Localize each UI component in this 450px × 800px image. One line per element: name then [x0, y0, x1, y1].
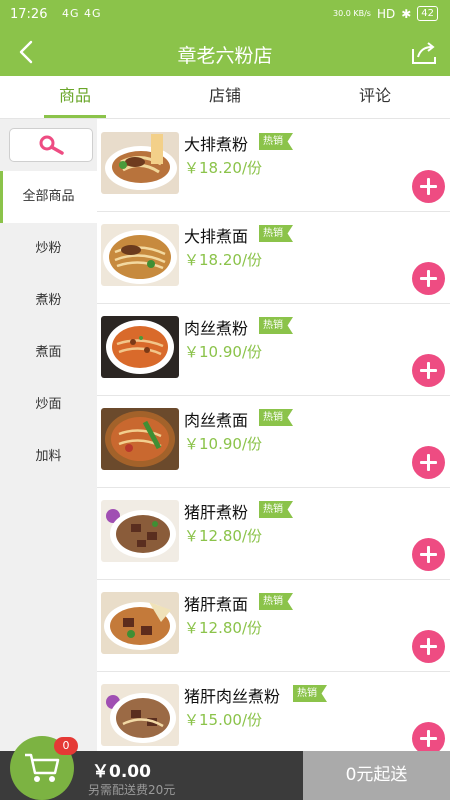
product-price: ￥18.20/份: [184, 251, 262, 269]
category-boiled-rice-noodles[interactable]: 煮粉: [0, 275, 97, 327]
share-icon[interactable]: [410, 40, 438, 66]
delivery-fee-note: 另需配送费20元: [88, 783, 176, 797]
add-to-cart-button[interactable]: [412, 262, 445, 295]
product-name: 猪肝肉丝煮粉: [184, 687, 281, 706]
tab-store[interactable]: 店铺: [150, 76, 300, 118]
tab-products[interactable]: 商品: [0, 76, 150, 118]
status-time: 17:26: [10, 7, 48, 22]
category-fried-noodles[interactable]: 炒面: [0, 379, 97, 431]
net-speed: 30.0 KB/s: [332, 9, 371, 18]
category-extras[interactable]: 加料: [0, 431, 97, 483]
product-name: 大排煮面: [184, 227, 249, 246]
category-fried-rice-noodles[interactable]: 炒粉: [0, 223, 97, 275]
category-sidebar: 全部商品 炒粉 煮粉 煮面 炒面 加料: [0, 119, 97, 751]
status-bar: 17:26 4G 4G 30.0 KB/s HD ✱ 42: [0, 0, 450, 30]
product-price: ￥18.20/份: [184, 159, 262, 177]
tab-reviews[interactable]: 评论: [300, 76, 450, 118]
hot-sale-badge: 热销: [293, 685, 327, 702]
page-title: 章老六粉店: [177, 45, 273, 67]
add-to-cart-button[interactable]: [412, 170, 445, 203]
search-button[interactable]: [9, 128, 93, 162]
hot-sale-badge: 热销: [259, 409, 293, 426]
product-price: ￥12.80/份: [184, 619, 262, 637]
checkout-button[interactable]: 0元起送: [303, 751, 450, 800]
cart-total: ￥0.00: [92, 762, 151, 782]
hd-indicator: HD: [376, 6, 396, 21]
product-name: 大排煮粉: [184, 135, 249, 154]
product-item[interactable]: 猪肝肉丝煮粉 热销 ￥15.00/份: [97, 671, 450, 751]
hot-sale-badge: 热销: [259, 317, 293, 334]
product-image: [101, 592, 179, 654]
bluetooth-icon: ✱: [401, 6, 412, 21]
product-price: ￥15.00/份: [184, 711, 262, 729]
product-image: [101, 500, 179, 562]
hot-sale-badge: 热销: [259, 501, 293, 518]
hot-sale-badge: 热销: [259, 593, 293, 610]
tab-bar: 商品 店铺 评论: [0, 76, 450, 119]
product-name: 猪肝煮面: [184, 595, 249, 614]
shopping-cart-icon: [25, 753, 60, 782]
app-header: 章老六粉店: [0, 30, 450, 76]
signal-indicator: 4G 4G: [62, 7, 102, 20]
product-price: ￥10.90/份: [184, 343, 262, 361]
product-name: 肉丝煮面: [184, 411, 249, 430]
product-image: [101, 224, 179, 286]
product-item[interactable]: 大排煮面 热销 ￥18.20/份: [97, 211, 450, 304]
product-item[interactable]: 肉丝煮粉 热销 ￥10.90/份: [97, 303, 450, 396]
cart-count-badge: 0: [54, 737, 78, 755]
product-name: 肉丝煮粉: [184, 319, 249, 338]
search-icon: [39, 135, 64, 155]
product-item[interactable]: 大排煮粉 热销 ￥18.20/份: [97, 119, 450, 212]
product-image: [101, 316, 179, 378]
product-price: ￥10.90/份: [184, 435, 262, 453]
battery-icon: 42: [417, 6, 438, 21]
add-to-cart-button[interactable]: [412, 354, 445, 387]
product-list: 大排煮粉 热销 ￥18.20/份 大排煮面 热销 ￥18.20/份 肉丝煮粉 热…: [97, 119, 450, 751]
product-price: ￥12.80/份: [184, 527, 262, 545]
add-to-cart-button[interactable]: [412, 446, 445, 479]
product-item[interactable]: 猪肝煮粉 热销 ￥12.80/份: [97, 487, 450, 580]
product-image: [101, 408, 179, 470]
add-to-cart-button[interactable]: [412, 538, 445, 571]
product-item[interactable]: 猪肝煮面 热销 ￥12.80/份: [97, 579, 450, 672]
product-item[interactable]: 肉丝煮面 热销 ￥10.90/份: [97, 395, 450, 488]
category-all[interactable]: 全部商品: [0, 171, 97, 223]
product-name: 猪肝煮粉: [184, 503, 249, 522]
category-boiled-noodles[interactable]: 煮面: [0, 327, 97, 379]
product-image: [101, 684, 179, 746]
add-to-cart-button[interactable]: [412, 630, 445, 663]
add-to-cart-button[interactable]: [412, 722, 445, 751]
product-image: [101, 132, 179, 194]
hot-sale-badge: 热销: [259, 225, 293, 242]
hot-sale-badge: 热销: [259, 133, 293, 150]
